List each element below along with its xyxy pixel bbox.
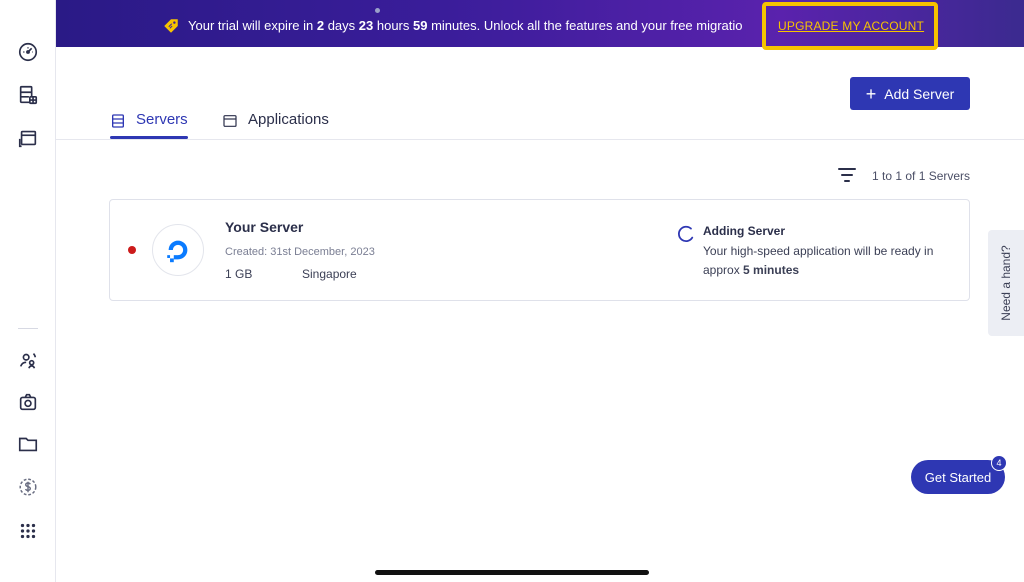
tab-applications-label: Applications (248, 111, 329, 128)
server-status-description: Your high-speed application will be read… (703, 244, 934, 277)
plus-icon: + (865, 83, 877, 104)
apps-grid-icon[interactable] (14, 517, 42, 545)
servers-grid-icon[interactable] (14, 81, 42, 109)
add-server-label: Add Server (884, 85, 955, 102)
dashboard-gauge-icon[interactable] (14, 38, 42, 66)
tab-servers-label: Servers (136, 111, 188, 128)
server-size: 1 GB (225, 267, 253, 281)
digitalocean-logo-icon (152, 224, 204, 276)
server-card[interactable]: Your Server Created: 31st December, 2023… (109, 199, 970, 301)
server-name: Your Server (225, 219, 304, 235)
folder-icon[interactable] (14, 430, 42, 458)
billing-dollar-icon[interactable] (14, 473, 42, 501)
home-indicator (375, 570, 649, 575)
get-started-label: Get Started (924, 469, 992, 485)
get-started-badge: 4 (991, 455, 1007, 471)
team-users-icon[interactable] (14, 346, 42, 374)
tab-bar: Servers Applications (56, 105, 1024, 140)
sidebar (0, 0, 56, 582)
tag-icon (164, 19, 178, 33)
tab-applications[interactable]: Applications (222, 111, 329, 139)
application-window-icon (223, 115, 237, 127)
application-window-icon[interactable] (14, 124, 42, 152)
addons-camera-icon[interactable] (14, 388, 42, 416)
app-frame: Your trial will expire in 2 days 23 hour… (0, 0, 1024, 582)
trial-expiry-text: Your trial will expire in 2 days 23 hour… (188, 18, 743, 33)
drag-indicator (375, 8, 380, 13)
status-dot (128, 246, 136, 254)
server-location: Singapore (302, 267, 357, 281)
pagination-count: 1 to 1 of 1 Servers (872, 169, 971, 183)
server-list-icon (112, 114, 124, 128)
loading-spinner-icon (678, 225, 694, 242)
need-a-hand-label: Need a hand? (999, 245, 1013, 321)
need-a-hand-tab[interactable]: Need a hand? (988, 230, 1024, 336)
sidebar-divider (18, 328, 38, 329)
tab-servers[interactable]: Servers (110, 111, 188, 139)
server-status-title: Adding Server (703, 224, 786, 238)
active-tab-indicator (110, 136, 188, 139)
upgrade-account-link[interactable]: UPGRADE MY ACCOUNT (778, 19, 924, 33)
server-created-date: Created: 31st December, 2023 (225, 246, 375, 258)
filter-icon[interactable] (837, 167, 857, 183)
